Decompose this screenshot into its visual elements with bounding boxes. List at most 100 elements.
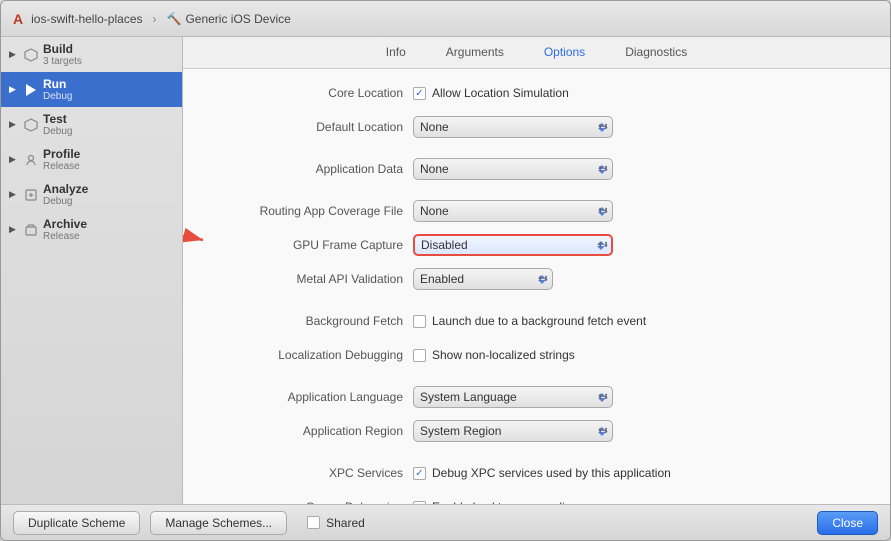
gpu-frame-capture-label: GPU Frame Capture <box>203 238 403 252</box>
metal-chevron <box>538 275 546 284</box>
metal-api-value: Enabled <box>420 272 464 286</box>
archive-label: Archive <box>43 217 87 231</box>
application-data-dropdown[interactable]: None <box>413 158 613 180</box>
device-name: 🔨 Generic iOS Device <box>167 12 291 26</box>
analyze-icon <box>23 187 39 203</box>
app-region-value: System Region <box>420 424 501 438</box>
metal-api-dropdown[interactable]: Enabled <box>413 268 553 290</box>
test-item-content: Test Debug <box>43 112 72 137</box>
sidebar-item-test[interactable]: ▶ Test Debug <box>1 107 182 142</box>
chevron-up-icon <box>598 123 606 127</box>
app-language-row: Application Language System Language <box>203 385 870 409</box>
app-region-row: Application Region System Region <box>203 419 870 443</box>
app-language-value: System Language <box>420 390 517 404</box>
content-panel: Info Arguments Options Diagnostics Core … <box>183 37 890 504</box>
application-data-label: Application Data <box>203 162 403 176</box>
chevron-down-icon <box>598 170 606 174</box>
localization-checkbox[interactable] <box>413 349 426 362</box>
analyze-item-content: Analyze Debug <box>43 182 88 207</box>
analyze-subtitle: Debug <box>43 196 88 207</box>
chevron-up-icon <box>597 241 605 245</box>
routing-coverage-label: Routing App Coverage File <box>203 204 403 218</box>
sidebar: ▶ Build 3 targets ▶ Run Debug <box>1 37 183 504</box>
xpc-services-checkbox[interactable] <box>413 467 426 480</box>
routing-coverage-dropdown[interactable]: None <box>413 200 613 222</box>
queue-debugging-row: Queue Debugging Enable backtrace recordi… <box>203 495 870 504</box>
region-chevron <box>598 427 606 436</box>
collapse-arrow-archive: ▶ <box>9 224 19 235</box>
build-subtitle: 3 targets <box>43 56 82 67</box>
sidebar-item-analyze[interactable]: ▶ Analyze Debug <box>1 177 182 212</box>
application-data-dropdown-wrapper: None <box>413 158 613 180</box>
chevron-down-icon <box>538 280 546 284</box>
app-language-dropdown-wrapper: System Language <box>413 386 613 408</box>
lang-chevron <box>598 393 606 402</box>
tab-diagnostics[interactable]: Diagnostics <box>615 39 697 67</box>
background-fetch-checkbox[interactable] <box>413 315 426 328</box>
metal-api-control: Enabled <box>413 268 553 290</box>
tab-options[interactable]: Options <box>534 39 595 67</box>
default-location-value: None <box>420 120 449 134</box>
duplicate-scheme-button[interactable]: Duplicate Scheme <box>13 511 140 535</box>
default-location-dropdown-wrapper: None <box>413 116 613 138</box>
project-name: ios-swift-hello-places <box>31 12 142 26</box>
app-region-dropdown[interactable]: System Region <box>413 420 613 442</box>
chevron-up-icon <box>538 275 546 279</box>
gpu-frame-capture-dropdown-wrapper: Disabled <box>413 234 613 256</box>
app-data-chevron <box>598 165 606 174</box>
sidebar-item-run[interactable]: ▶ Run Debug <box>1 72 182 107</box>
sidebar-item-build[interactable]: ▶ Build 3 targets <box>1 37 182 72</box>
collapse-arrow-test: ▶ <box>9 119 19 130</box>
gpu-frame-capture-dropdown[interactable]: Disabled <box>413 234 613 256</box>
app-language-dropdown[interactable]: System Language <box>413 386 613 408</box>
xpc-services-label: XPC Services <box>203 466 403 480</box>
gpu-frame-capture-control: Disabled <box>413 234 613 256</box>
build-icon <box>23 47 39 63</box>
shared-label: Shared <box>326 516 365 530</box>
tab-arguments[interactable]: Arguments <box>436 39 514 67</box>
test-label: Test <box>43 112 72 126</box>
application-data-row: Application Data None <box>203 157 870 181</box>
close-button[interactable]: Close <box>817 511 878 535</box>
sidebar-item-archive[interactable]: ▶ Archive Release <box>1 212 182 247</box>
collapse-arrow-profile: ▶ <box>9 154 19 165</box>
default-location-dropdown[interactable]: None <box>413 116 613 138</box>
settings-area: Core Location Allow Location Simulation … <box>183 69 890 504</box>
routing-coverage-row: Routing App Coverage File None <box>203 199 870 223</box>
tab-info[interactable]: Info <box>376 39 416 67</box>
app-language-control: System Language <box>413 386 613 408</box>
main-area: ▶ Build 3 targets ▶ Run Debug <box>1 37 890 504</box>
chevron-up-icon <box>598 207 606 211</box>
metal-api-row: Metal API Validation Enabled <box>203 267 870 291</box>
localization-text: Show non-localized strings <box>432 348 575 362</box>
collapse-arrow-build: ▶ <box>9 49 19 60</box>
archive-subtitle: Release <box>43 231 87 242</box>
default-location-row: Default Location None <box>203 115 870 139</box>
xpc-services-control: Debug XPC services used by this applicat… <box>413 466 671 480</box>
core-location-text: Allow Location Simulation <box>432 86 569 100</box>
shared-checkbox[interactable] <box>307 516 320 529</box>
chevron-down-icon <box>597 246 605 250</box>
xpc-services-text: Debug XPC services used by this applicat… <box>432 466 671 480</box>
build-item-content: Build 3 targets <box>43 42 82 67</box>
app-language-label: Application Language <box>203 390 403 404</box>
routing-coverage-control: None <box>413 200 613 222</box>
core-location-checkbox[interactable] <box>413 87 426 100</box>
gpu-frame-capture-value: Disabled <box>421 238 468 252</box>
chevron-up-icon <box>598 393 606 397</box>
project-icon: A <box>13 11 23 27</box>
sidebar-item-profile[interactable]: ▶ Profile Release <box>1 142 182 177</box>
run-item-content: Run Debug <box>43 77 72 102</box>
manage-schemes-button[interactable]: Manage Schemes... <box>150 511 287 535</box>
background-fetch-text: Launch due to a background fetch event <box>432 314 646 328</box>
background-fetch-row: Background Fetch Launch due to a backgro… <box>203 309 870 333</box>
routing-coverage-value: None <box>420 204 449 218</box>
app-region-label: Application Region <box>203 424 403 438</box>
archive-item-content: Archive Release <box>43 217 87 242</box>
chevron-down-icon <box>598 398 606 402</box>
application-data-value: None <box>420 162 449 176</box>
localization-label: Localization Debugging <box>203 348 403 362</box>
profile-item-content: Profile Release <box>43 147 80 172</box>
chevron-down-icon <box>598 128 606 132</box>
profile-label: Profile <box>43 147 80 161</box>
